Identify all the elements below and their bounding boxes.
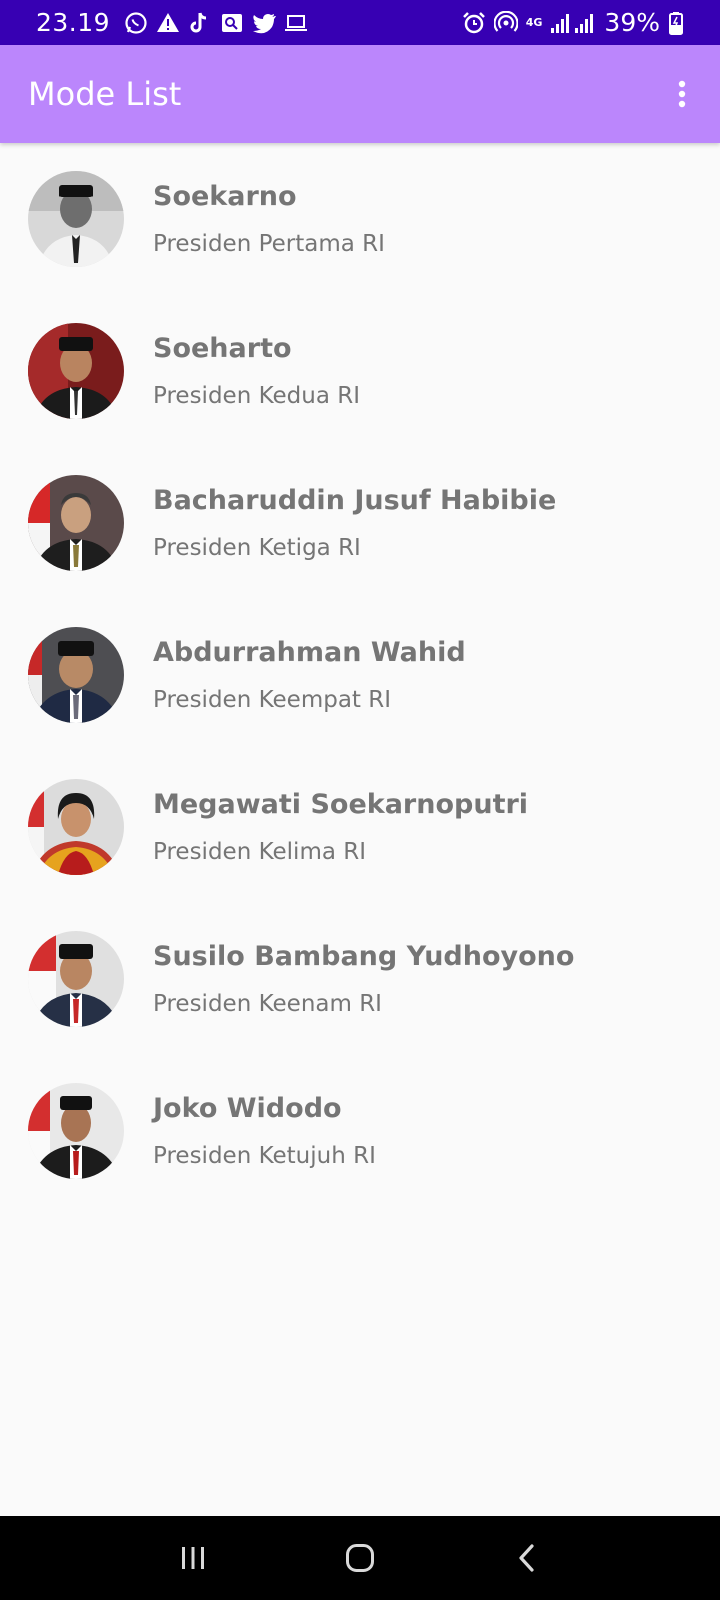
- list-item[interactable]: Soeharto Presiden Kedua RI: [0, 295, 720, 447]
- president-name: Soeharto: [153, 332, 292, 364]
- list-item[interactable]: Susilo Bambang Yudhoyono Presiden Keenam…: [0, 903, 720, 1055]
- president-name: Susilo Bambang Yudhoyono: [153, 940, 575, 972]
- list-item-texts: Abdurrahman Wahid Presiden Keempat RI: [153, 636, 466, 715]
- avatar: [28, 779, 124, 875]
- alarm-icon: [462, 11, 486, 35]
- battery-icon: [668, 11, 684, 35]
- list-item[interactable]: Bacharuddin Jusuf Habibie Presiden Ketig…: [0, 447, 720, 599]
- list-item-texts: Soeharto Presiden Kedua RI: [153, 332, 360, 411]
- home-icon: [345, 1544, 374, 1572]
- president-name: Joko Widodo: [153, 1092, 342, 1124]
- laptop-icon: [284, 11, 308, 35]
- whatsapp-icon: [124, 11, 148, 35]
- list-item[interactable]: Megawati Soekarnoputri Presiden Kelima R…: [0, 751, 720, 903]
- avatar: [28, 171, 124, 267]
- recent-apps-icon: [182, 1547, 205, 1569]
- president-description: Presiden Kedua RI: [153, 382, 361, 409]
- president-name: Bacharuddin Jusuf Habibie: [153, 484, 557, 516]
- twitter-icon: [252, 11, 277, 35]
- president-description: Presiden Ketujuh RI: [153, 1142, 376, 1169]
- list-item-texts: Megawati Soekarnoputri Presiden Kelima R…: [153, 788, 528, 867]
- president-description: Presiden Kelima RI: [153, 838, 367, 865]
- network-type-label: 4G: [525, 16, 543, 29]
- president-description: Presiden Keenam RI: [153, 990, 382, 1017]
- president-list[interactable]: Soekarno Presiden Pertama RI Soeharto Pr…: [0, 143, 720, 1207]
- avatar: [28, 627, 124, 723]
- tiktok-icon: [188, 11, 212, 35]
- president-name: Soekarno: [153, 180, 297, 212]
- list-item-texts: Joko Widodo Presiden Ketujuh RI: [153, 1092, 376, 1171]
- gallery-icon: [220, 11, 244, 35]
- status-bar-right: 4G 39%: [462, 8, 684, 37]
- back-button[interactable]: [497, 1528, 557, 1588]
- list-item-texts: Soekarno Presiden Pertama RI: [153, 180, 385, 259]
- avatar: [28, 931, 124, 1027]
- app-bar: Mode List: [0, 45, 720, 143]
- president-description: Presiden Pertama RI: [153, 230, 385, 257]
- back-icon: [519, 1544, 534, 1572]
- signal-icon: [550, 11, 596, 35]
- list-item-texts: Susilo Bambang Yudhoyono Presiden Keenam…: [153, 940, 574, 1019]
- list-item[interactable]: Abdurrahman Wahid Presiden Keempat RI: [0, 599, 720, 751]
- hotspot-icon: [493, 10, 518, 35]
- more-vert-icon: [678, 80, 686, 108]
- avatar: [28, 475, 124, 571]
- status-time: 23.19: [36, 8, 111, 37]
- list-item[interactable]: Soekarno Presiden Pertama RI: [0, 143, 720, 295]
- home-button[interactable]: [330, 1528, 390, 1588]
- navigation-bar: [0, 1516, 720, 1600]
- list-item-texts: Bacharuddin Jusuf Habibie Presiden Ketig…: [153, 484, 556, 563]
- president-name: Megawati Soekarnoputri: [153, 788, 529, 820]
- president-description: Presiden Keempat RI: [153, 686, 392, 713]
- overflow-menu-button[interactable]: [662, 64, 702, 124]
- warning-icon: [156, 11, 180, 35]
- recent-apps-button[interactable]: [163, 1528, 223, 1588]
- president-description: Presiden Ketiga RI: [153, 534, 361, 561]
- president-name: Abdurrahman Wahid: [153, 636, 466, 668]
- network-type-icon: 4G: [526, 11, 543, 35]
- battery-percent: 39%: [604, 8, 660, 37]
- avatar: [28, 1083, 124, 1179]
- app-bar-title: Mode List: [28, 75, 182, 113]
- list-item[interactable]: Joko Widodo Presiden Ketujuh RI: [0, 1055, 720, 1207]
- avatar: [28, 323, 124, 419]
- status-bar: 23.19 4G 39%: [0, 0, 720, 45]
- status-bar-left: 23.19: [36, 8, 308, 37]
